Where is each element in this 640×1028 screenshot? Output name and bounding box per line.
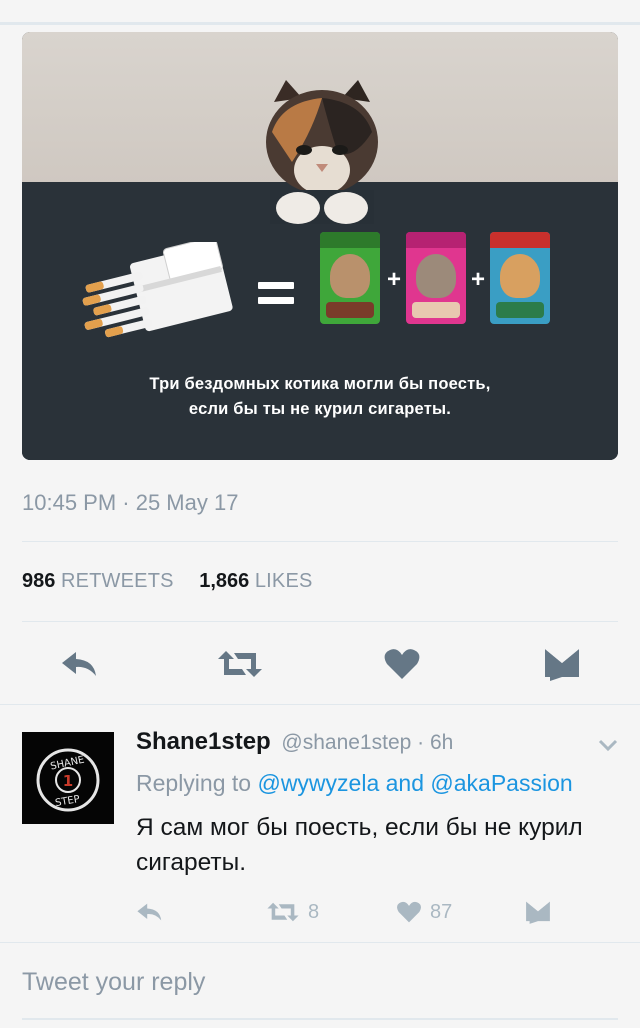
avatar[interactable]: SHANE 1 STEP	[22, 732, 114, 824]
retweets-count[interactable]: 986	[22, 570, 55, 592]
reply-header: Shane1step @shane1step · 6h	[136, 728, 453, 756]
divider	[0, 942, 640, 943]
reply-icon	[137, 903, 162, 921]
retweets-label[interactable]: RETWEETS	[61, 570, 174, 592]
cat-food-pouch-pink	[406, 232, 466, 324]
compose-underline	[22, 1018, 618, 1020]
cigarette-pack-icon	[82, 242, 233, 338]
shane1step-logo: SHANE 1 STEP	[22, 732, 114, 824]
reply-like-count: 87	[430, 900, 453, 923]
cat-illustration	[266, 80, 378, 224]
tweet-timestamp[interactable]: 10:45 PM · 25 May 17	[22, 490, 238, 516]
direct-message-button[interactable]	[538, 640, 586, 688]
like-button[interactable]	[378, 640, 426, 688]
tweet-action-bar	[0, 640, 640, 688]
reply-options-button[interactable]	[598, 738, 618, 752]
mention-link[interactable]: @wywyzela	[257, 770, 379, 796]
reply-icon	[62, 652, 96, 676]
reply-handle-time[interactable]: @shane1step · 6h	[281, 731, 453, 754]
divider	[22, 541, 618, 542]
divider	[0, 704, 640, 705]
likes-label[interactable]: LIKES	[255, 570, 313, 592]
mention-link[interactable]: @akaPassion	[430, 770, 572, 796]
replying-to-line: Replying to @wywyzela and @akaPassion	[136, 770, 573, 797]
image-caption: Три бездомных котика могли бы поесть, ес…	[22, 372, 618, 422]
reply-like-button[interactable]: 87	[396, 898, 452, 926]
caption-line: если бы ты не курил сигареты.	[188, 400, 452, 418]
reply-reply-button[interactable]	[136, 898, 164, 926]
plus-sign: +	[386, 266, 401, 293]
caption-line: Три бездомных котика могли бы поесть,	[149, 375, 491, 393]
heart-icon	[384, 649, 420, 679]
mention-and[interactable]: and	[386, 770, 424, 796]
retweet-icon	[267, 902, 299, 922]
cat-food-pouch-green	[320, 232, 380, 324]
tweet-stats: 986 RETWEETS 1,866 LIKES	[22, 570, 333, 593]
likes-count[interactable]: 1,866	[199, 570, 249, 592]
retweet-button[interactable]	[216, 640, 264, 688]
tweet-reply-input[interactable]: Tweet your reply	[22, 968, 618, 1008]
envelope-icon	[526, 901, 550, 924]
reply-dm-button[interactable]	[524, 898, 552, 926]
envelope-icon	[545, 649, 579, 681]
tweet-image[interactable]: + + Три бездомных котика могли бы поесть…	[22, 32, 618, 460]
retweet-icon	[218, 651, 262, 677]
reply-retweet-button[interactable]: 8	[266, 898, 319, 926]
equals-sign	[258, 282, 294, 306]
cat-food-pouch-blue	[490, 232, 550, 324]
reply-author-name[interactable]: Shane1step	[136, 728, 271, 755]
replying-to-label: Replying to	[136, 770, 252, 796]
reply-button[interactable]	[56, 640, 104, 688]
svg-text:1: 1	[63, 772, 73, 790]
chevron-down-icon	[598, 739, 618, 752]
heart-icon	[397, 901, 421, 923]
divider	[22, 621, 618, 622]
reply-text: Я сам мог бы поесть, если бы не курил си…	[136, 814, 583, 876]
plus-sign: +	[470, 266, 485, 293]
reply-retweet-count: 8	[308, 900, 320, 923]
top-divider	[0, 22, 640, 25]
